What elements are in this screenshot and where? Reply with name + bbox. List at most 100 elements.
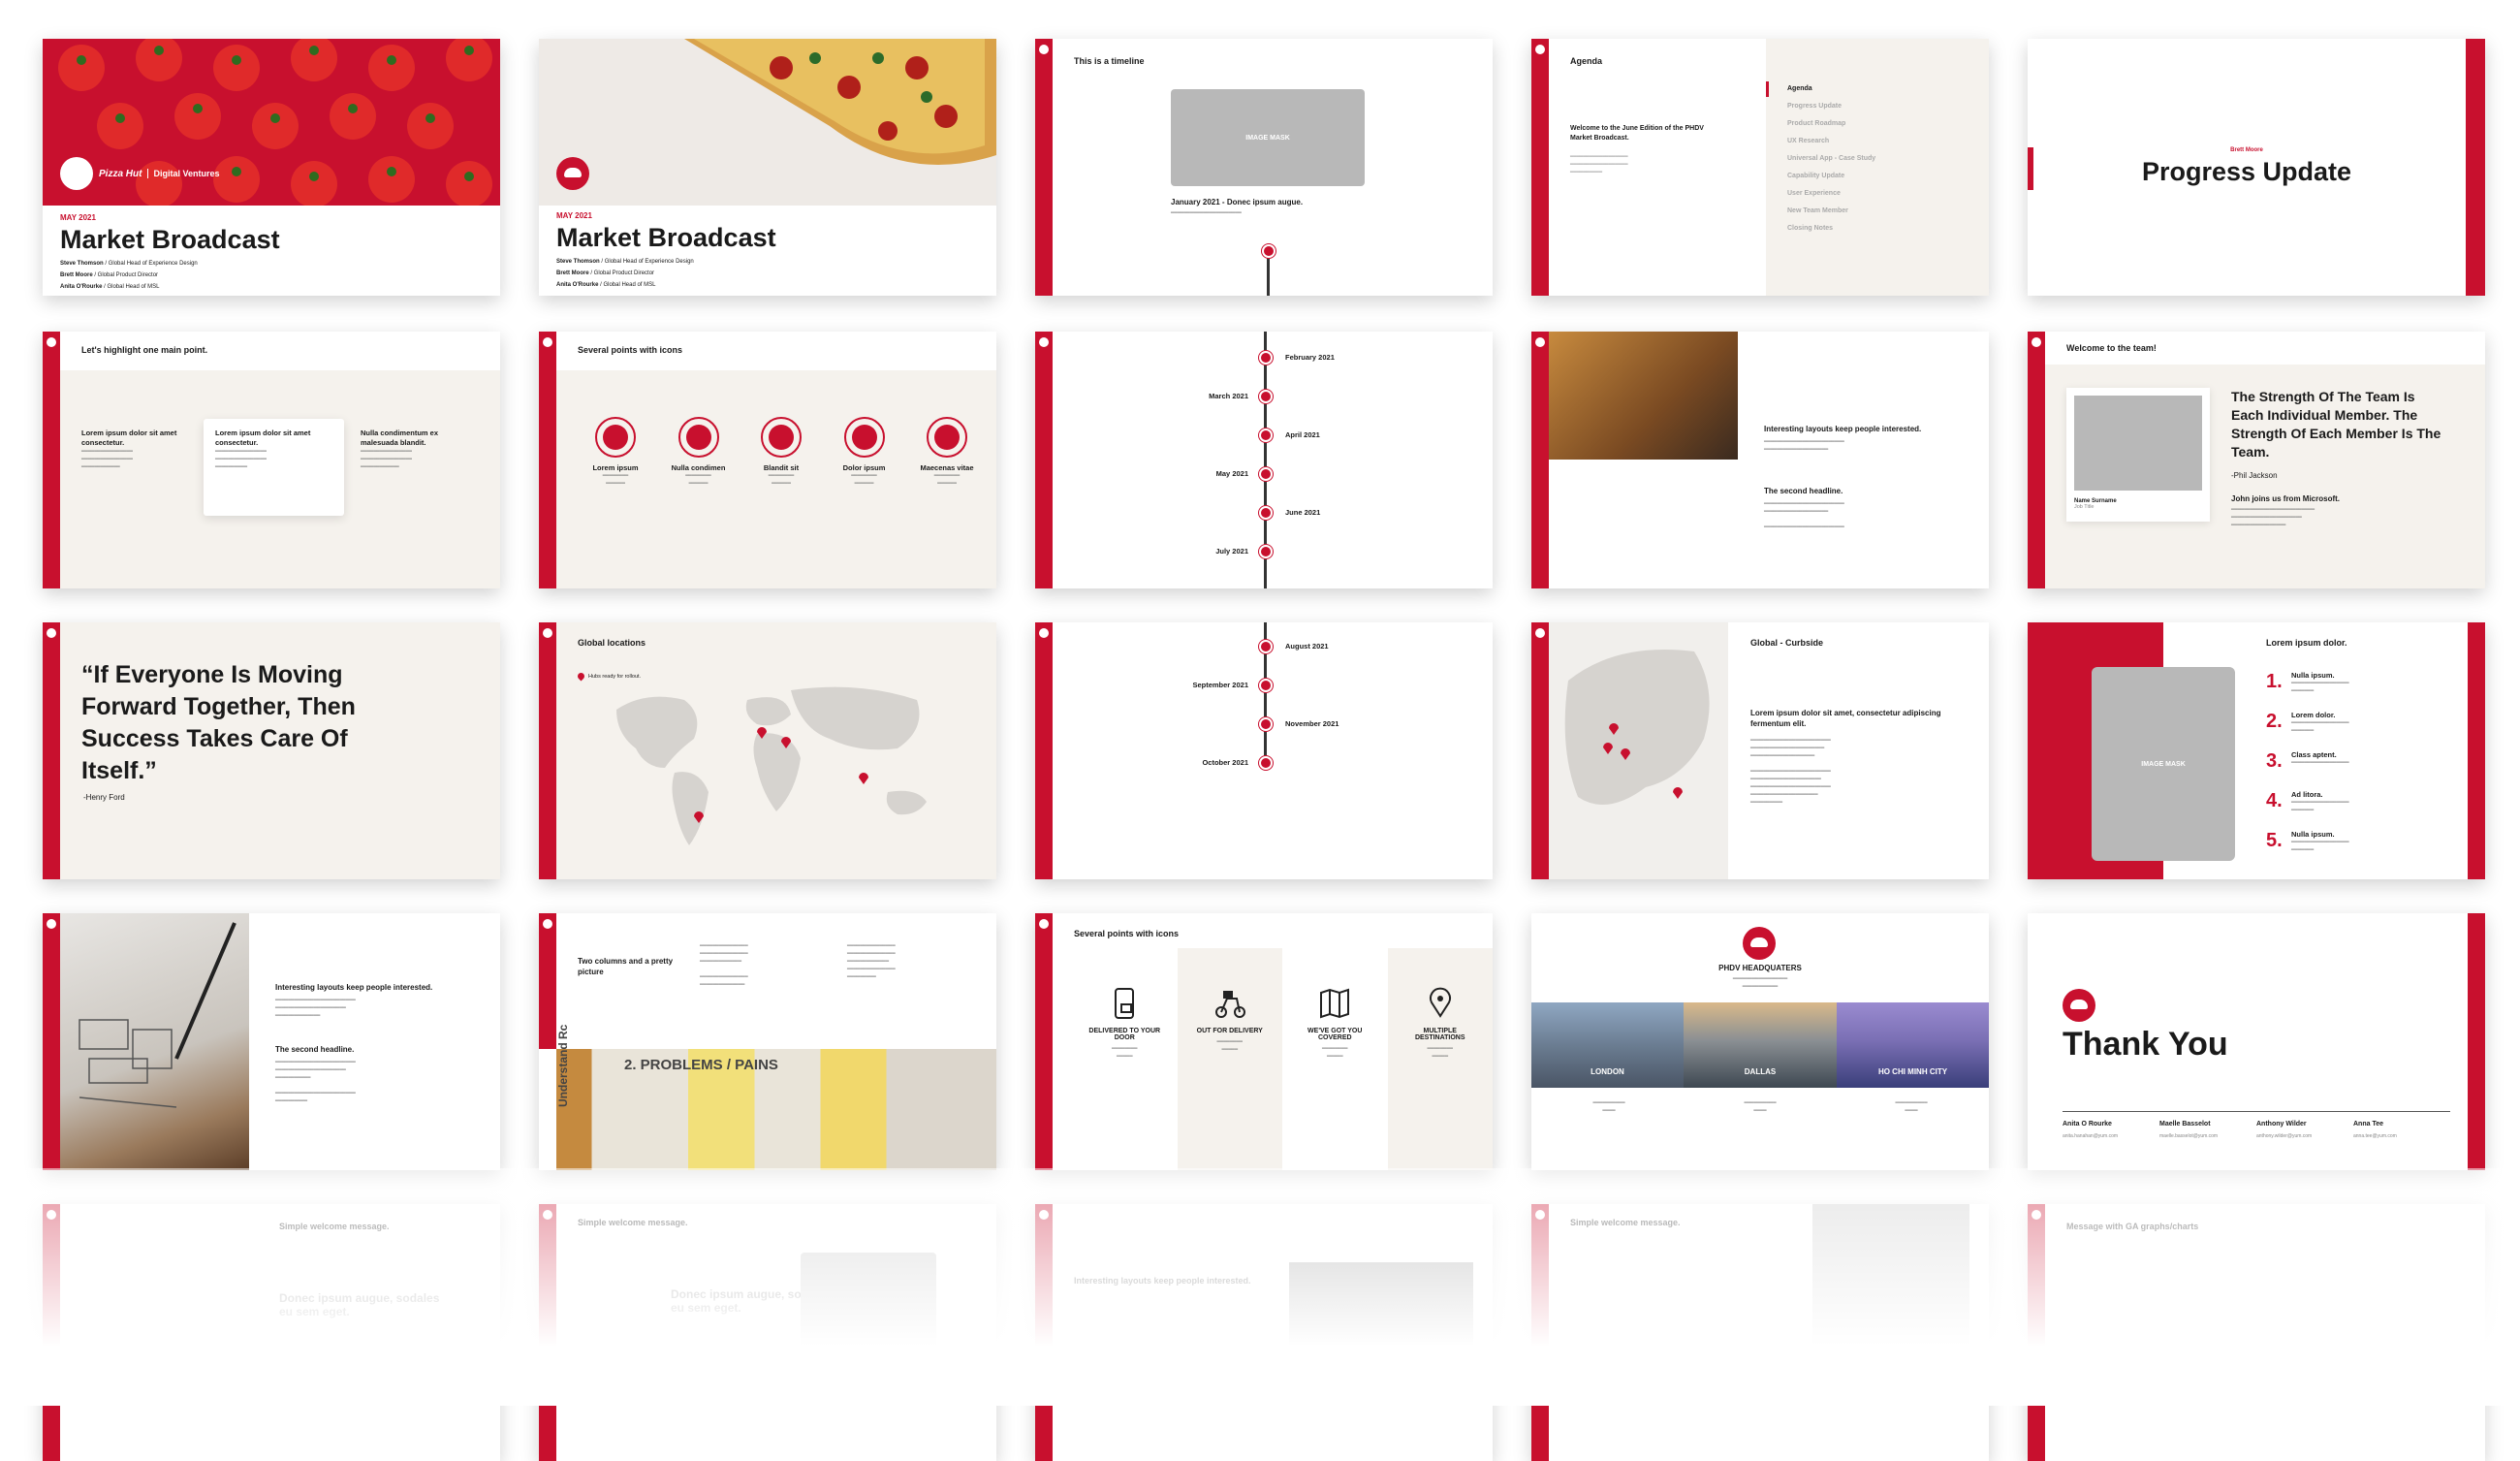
body-text: ━━━━━━━━━━━━━━━━━━━━━━━━━━━━━━━━━━━━━━━━… <box>215 449 267 470</box>
contact-email[interactable]: anthony.wilder@yum.com <box>2256 1133 2353 1139</box>
slide-icon-points-delivery[interactable]: Several points with icons DELIVERED TO Y… <box>1035 913 1493 1170</box>
body-text: ━━━━━━━━━━━━━━━━━━━━━━━━━━━━━━━━━━━━━━━━… <box>847 943 896 980</box>
body-text: ━━━━━━━━━━━━━━ <box>851 473 877 487</box>
slide-market-broadcast-1[interactable]: Pizza Hut Digital Ventures MAY 2021 Mark… <box>43 39 500 296</box>
slide-progress-update[interactable]: Brett Moore Progress Update <box>2028 39 2485 296</box>
contact: Anthony Wilder anthony.wilder@yum.com <box>2256 1121 2353 1139</box>
slide-thank-you[interactable]: Thank You Anita O Rourke anita.hanahan@yu… <box>2028 913 2485 1170</box>
slide-heading: Simple welcome message. <box>578 1218 688 1227</box>
contact-email[interactable]: anita.hanahan@yum.com <box>2063 1133 2159 1139</box>
welcome-text: Welcome to the June Edition of the PHDV … <box>1570 125 1704 142</box>
slide-welcome-team[interactable]: Welcome to the team! Name Surname Job Ti… <box>2028 332 2485 588</box>
logo-dot-icon <box>2032 337 2041 347</box>
ghost-image <box>1812 1204 1969 1398</box>
phone-delivery-icon <box>1115 988 1135 1019</box>
europe-map <box>1549 622 1728 879</box>
item-number: 5. <box>2266 830 2283 851</box>
body-text: ━━━━━━━━ ━━━━━ <box>1427 1046 1454 1060</box>
timeline-dot <box>1259 717 1273 731</box>
numbered-list: 1. Nulla ipsum. ━━━━━━━━━━━━━━━━━━ ━━━━━━━… <box>2266 671 2349 870</box>
slide-agenda[interactable]: Agenda Welcome to the June Edition of th… <box>1531 39 1989 296</box>
column-1: Lorem ipsum dolor sit amet consectetur. … <box>81 429 203 471</box>
city-photo-dallas: DALLAS <box>1684 1002 1837 1088</box>
slide-heading: Several points with icons <box>1074 929 1180 938</box>
slide-heading: Simple welcome message. <box>279 1222 390 1231</box>
point-icon <box>761 417 802 458</box>
slide-layouts-laptop[interactable]: Interesting layouts keep people interest… <box>1531 332 1989 588</box>
slide-two-columns[interactable]: Two columns and a pretty picture ━━━━━━━… <box>539 913 996 1170</box>
slide-headquarters[interactable]: PHDV HEADQUATERS ━━━━━━━━━━━━━━━━━ ━━━━━━… <box>1531 913 1989 1170</box>
wireframe-sketch <box>79 922 236 1108</box>
city-photo-hcmc: HO CHI MINH CITY <box>1837 1002 1989 1088</box>
red-sidebar <box>1035 913 1053 1170</box>
agenda-item[interactable]: Closing Notes <box>1787 225 1875 232</box>
presenter-line: Anita O'Rourke / Global Head of MSL <box>556 279 694 291</box>
body-text: ━━━━━━━━━━━━━━━━━━━━━━━━━━━━━━━━━━━━━━━━… <box>361 449 412 470</box>
presenter-name: Brett Moore <box>556 270 589 276</box>
slide-global-locations[interactable]: Global locations Hubs ready for rollout. <box>539 622 996 879</box>
logo-dot-icon <box>543 919 552 929</box>
contact-name: Maelle Basselot <box>2159 1121 2211 1128</box>
body-text: ━━━━━━━━━━━━━━━━━━ ━━━━━━━ <box>2291 720 2349 734</box>
timeline-label: October 2021 <box>1202 758 1248 767</box>
slide-timeline-h2[interactable]: August 2021 September 2021 November 2021… <box>1035 622 1493 879</box>
timeline-dot <box>1259 545 1273 558</box>
timeline-event: January 2021 - Donec ipsum augue. <box>1171 198 1304 206</box>
agenda-item[interactable]: Capability Update <box>1787 173 1875 179</box>
agenda-item[interactable]: New Team Member <box>1787 207 1875 214</box>
slide-layouts-sketch[interactable]: Interesting layouts keep people interest… <box>43 913 500 1170</box>
slide-timeline-intro[interactable]: This is a timeline IMAGE MASK January 20… <box>1035 39 1493 296</box>
cover-month: MAY 2021 <box>556 211 592 220</box>
whiteboard-text: 2. PROBLEMS / PAINS <box>624 1057 778 1073</box>
pizza-hut-logo-icon <box>1743 927 1776 960</box>
agenda-item[interactable]: Agenda <box>1787 85 1875 92</box>
column-3: Nulla condimentum ex malesuada blandit. … <box>361 429 477 471</box>
logo-dot-icon <box>1535 1210 1545 1220</box>
city-photo-london: LONDON <box>1531 1002 1684 1088</box>
whiteboard-text: Understand Rc <box>556 1024 570 1107</box>
agenda-panel: Agenda Progress Update Product Roadmap U… <box>1766 39 1989 296</box>
item-number: 1. <box>2266 671 2283 692</box>
body-text: ━━━━━━━━ ━━━━━ <box>1112 1046 1138 1060</box>
delivery-title: WE'VE GOT YOU COVERED <box>1307 1028 1363 1041</box>
logo-dot-icon <box>1535 628 1545 638</box>
slide-quote[interactable]: “If Everyone Is Moving Forward Together,… <box>43 622 500 879</box>
presenter-name: Anita O'Rourke <box>556 282 599 288</box>
slide-market-broadcast-2[interactable]: MAY 2021 Market Broadcast Steve Thomson … <box>539 39 996 296</box>
slide-timeline-h1[interactable]: February 2021 March 2021 April 2021 May … <box>1035 332 1493 588</box>
body-headline: Lorem ipsum dolor sit amet, consectetur … <box>1750 709 1941 728</box>
body-text: ━━━━━━━━━━━━━━ <box>1744 1100 1777 1114</box>
agenda-item[interactable]: User Experience <box>1787 190 1875 197</box>
red-sidebar <box>1531 332 1549 588</box>
red-sidebar <box>539 332 556 588</box>
quote-author: -Phil Jackson <box>2231 471 2278 480</box>
slide-heading: Message with GA graphs/charts <box>2066 1222 2199 1231</box>
presenter-line: Steve Thomson / Global Head of Experienc… <box>556 256 694 268</box>
contact-email[interactable]: maelle.basselot@yum.com <box>2159 1133 2256 1139</box>
agenda-item[interactable]: Product Roadmap <box>1787 120 1875 127</box>
slide-icon-points[interactable]: Several points with icons Lorem ipsum ━━… <box>539 332 996 588</box>
agenda-item[interactable]: Progress Update <box>1787 103 1875 110</box>
contact-list: Anita O Rourke anita.hanahan@yum.com Mael… <box>2063 1121 2450 1139</box>
delivery-col: WE'VE GOT YOU COVERED ━━━━━━━━ ━━━━━ <box>1282 948 1388 1170</box>
map-pin-icon <box>859 773 868 784</box>
slide-numbered-list[interactable]: IMAGE MASK Lorem ipsum dolor. 1. Nulla i… <box>2028 622 2485 879</box>
contact-email[interactable]: anna.tee@yum.com <box>2353 1133 2450 1139</box>
slide-highlight-point[interactable]: Let's highlight one main point. Lorem ip… <box>43 332 500 588</box>
map-pin-icon <box>1673 787 1683 799</box>
slide-ghost-4: Simple welcome message. <box>1531 1204 1989 1461</box>
logo-dot-icon <box>47 919 56 929</box>
red-sidebar <box>2028 332 2045 588</box>
logo-dot-icon <box>2032 1210 2041 1220</box>
agenda-item[interactable]: UX Research <box>1787 138 1875 144</box>
map-pin-icon <box>1603 743 1613 754</box>
slide-global-curbside[interactable]: Global - Curbside Lorem ipsum dolor sit … <box>1531 622 1989 879</box>
presenter-role: / Global Product Director <box>92 272 159 278</box>
body-text: ━━━━━━━━━━━━━━━━━━━━━━ <box>1171 210 1242 216</box>
red-sidebar <box>1531 622 1549 879</box>
agenda-item[interactable]: Universal App - Case Study <box>1787 155 1875 162</box>
logo-dot-icon <box>1039 628 1049 638</box>
body-text: ━━━━━━━━━━━━━━━━━━ ━━━━━━━ <box>2291 681 2349 694</box>
logo-dot-icon <box>1535 337 1545 347</box>
presenter-role: / Global Head of Experience Design <box>599 259 694 265</box>
